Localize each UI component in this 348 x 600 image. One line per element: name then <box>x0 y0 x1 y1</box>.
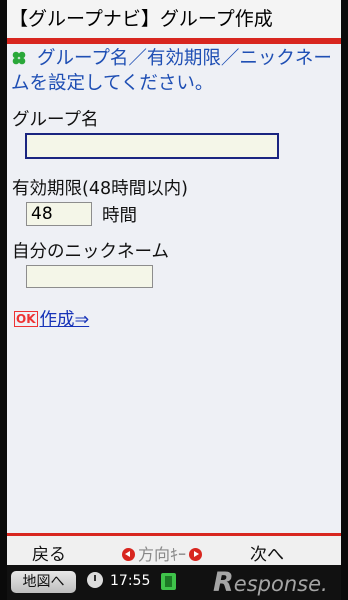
arrow-left-icon <box>122 548 135 561</box>
direction-key-hint: 方向ｷｰ <box>119 541 205 565</box>
back-softkey[interactable]: 戻る <box>32 540 66 565</box>
watermark-initial: R <box>213 567 234 598</box>
response-watermark: Response. <box>213 569 337 597</box>
watermark-text: esponse. <box>233 572 328 596</box>
expiry-input[interactable]: 48 <box>26 202 92 226</box>
group-name-label: グループ名 <box>12 110 99 130</box>
status-time: 17:55 <box>110 573 151 589</box>
page-title: 【グループナビ】グループ作成 <box>7 0 341 38</box>
clover-icon <box>11 48 27 65</box>
expiry-unit: 時間 <box>102 206 137 226</box>
nickname-label: 自分のニックネーム <box>12 242 169 262</box>
ok-key-badge: OK <box>14 311 38 327</box>
create-link[interactable]: OK 作成⇒ <box>14 306 89 331</box>
map-button[interactable]: 地図へ <box>11 571 76 593</box>
phone-screen: 【グループナビ】グループ作成 グループ名／有効期限／ニックネームを設定してくださ… <box>7 0 341 600</box>
nickname-input[interactable] <box>26 265 153 288</box>
clock-icon <box>87 572 103 588</box>
softkey-bar: 戻る 方向ｷｰ 次へ <box>7 533 341 565</box>
arrow-right-icon <box>189 548 203 561</box>
instruction-text: グループ名／有効期限／ニックネームを設定してください。 <box>11 48 332 94</box>
group-name-input[interactable] <box>25 133 279 159</box>
expiry-label: 有効期限(48時間以内) <box>12 179 188 199</box>
battery-icon <box>161 573 176 590</box>
next-softkey[interactable]: 次へ <box>250 540 284 565</box>
title-divider <box>7 38 341 44</box>
create-link-label: 作成⇒ <box>39 310 90 330</box>
direction-key-label: 方向ｷｰ <box>138 545 187 564</box>
instruction-text-block: グループ名／有効期限／ニックネームを設定してください。 <box>11 46 337 96</box>
